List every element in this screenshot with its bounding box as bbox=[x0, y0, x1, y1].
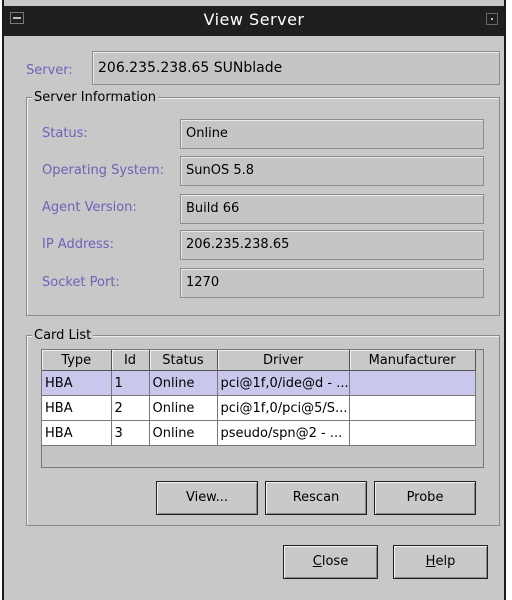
probe-button[interactable]: Probe bbox=[374, 481, 476, 515]
server-label: Server: bbox=[26, 63, 73, 78]
socket-port-field: 1270 bbox=[180, 268, 484, 298]
cell-driver: pseudo/spn@2 - ... bbox=[217, 420, 350, 446]
cell-driver: pci@1f,0/ide@d - ... bbox=[217, 370, 350, 396]
cell-driver: pci@1f,0/pci@5/S... bbox=[217, 395, 350, 421]
server-information-title: Server Information bbox=[32, 90, 159, 105]
cell-status: Online bbox=[149, 370, 218, 396]
cell-manufacturer bbox=[349, 370, 476, 396]
table-row[interactable]: HBA 1 Online pci@1f,0/ide@d - ... bbox=[42, 370, 476, 396]
operating-system-field: SunOS 5.8 bbox=[180, 156, 484, 186]
ip-address-field: 206.235.238.65 bbox=[180, 230, 484, 260]
column-header-driver[interactable]: Driver bbox=[217, 350, 350, 371]
card-list-table[interactable]: Type Id Status Driver Manufacturer HBA 1… bbox=[41, 349, 484, 468]
status-label: Status: bbox=[42, 126, 88, 141]
ip-address-label: IP Address: bbox=[42, 237, 114, 252]
table-row[interactable]: HBA 2 Online pci@1f,0/pci@5/S... bbox=[42, 395, 476, 421]
cell-id: 1 bbox=[111, 370, 150, 396]
agent-version-field: Build 66 bbox=[180, 194, 484, 224]
card-list-title: Card List bbox=[32, 328, 94, 343]
column-header-id[interactable]: Id bbox=[111, 350, 150, 371]
maximize-icon[interactable] bbox=[486, 13, 498, 25]
cell-type: HBA bbox=[42, 395, 112, 421]
operating-system-label: Operating System: bbox=[42, 163, 164, 178]
help-button[interactable]: Help bbox=[393, 545, 488, 579]
status-field: Online bbox=[180, 119, 484, 149]
close-mnemonic: C bbox=[312, 554, 322, 569]
cell-status: Online bbox=[149, 420, 218, 446]
column-header-status[interactable]: Status bbox=[149, 350, 218, 371]
close-button[interactable]: Close bbox=[283, 545, 378, 579]
cell-id: 3 bbox=[111, 420, 150, 446]
agent-version-label: Agent Version: bbox=[42, 200, 137, 215]
cell-type: HBA bbox=[42, 420, 112, 446]
window-title: View Server bbox=[203, 10, 305, 29]
cell-manufacturer bbox=[349, 420, 476, 446]
close-label-rest: lose bbox=[321, 554, 349, 569]
help-mnemonic: H bbox=[425, 554, 436, 569]
server-field: 206.235.238.65 SUNblade bbox=[92, 51, 500, 85]
cell-manufacturer bbox=[349, 395, 476, 421]
socket-port-label: Socket Port: bbox=[42, 275, 120, 290]
column-header-type[interactable]: Type bbox=[42, 350, 112, 371]
table-row[interactable]: HBA 3 Online pseudo/spn@2 - ... bbox=[42, 420, 476, 446]
view-server-window: View Server Server: 206.235.238.65 SUNbl… bbox=[2, 0, 506, 600]
cell-id: 2 bbox=[111, 395, 150, 421]
table-header-row: Type Id Status Driver Manufacturer bbox=[42, 350, 476, 371]
title-bar[interactable]: View Server bbox=[4, 6, 504, 36]
help-label-rest: elp bbox=[435, 554, 456, 569]
column-header-manufacturer[interactable]: Manufacturer bbox=[349, 350, 476, 371]
cell-type: HBA bbox=[42, 370, 112, 396]
rescan-button[interactable]: Rescan bbox=[265, 481, 367, 515]
cell-status: Online bbox=[149, 395, 218, 421]
view-button[interactable]: View... bbox=[156, 481, 258, 515]
